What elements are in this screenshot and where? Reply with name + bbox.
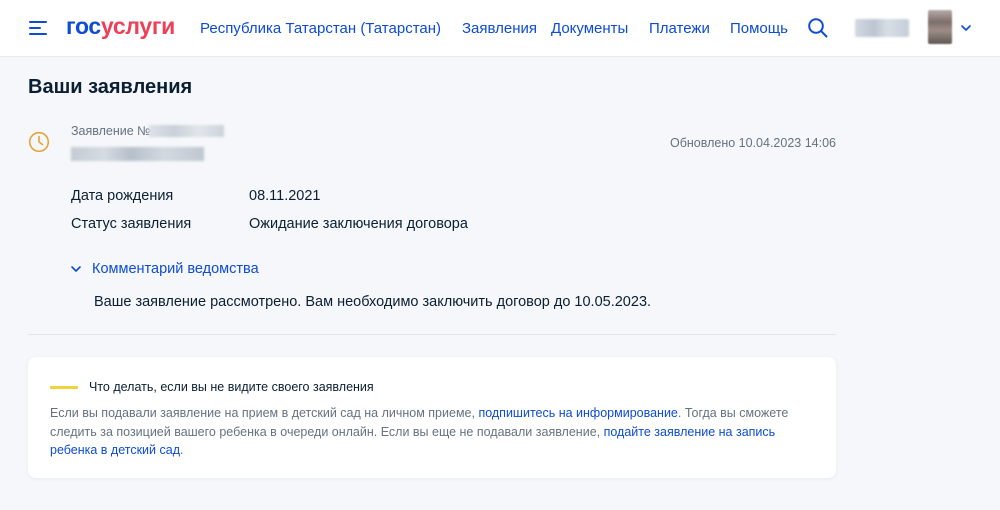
chevron-down-icon[interactable] bbox=[960, 22, 972, 34]
page-title: Ваши заявления bbox=[28, 76, 193, 98]
chevron-down-icon bbox=[71, 266, 81, 272]
application-number-label: Заявление № bbox=[71, 124, 151, 138]
clock-icon bbox=[28, 131, 50, 153]
comment-toggle[interactable]: Комментарий ведомства bbox=[69, 259, 259, 279]
user-name[interactable] bbox=[855, 19, 909, 37]
comment-toggle-label: Комментарий ведомства bbox=[92, 261, 259, 277]
divider bbox=[28, 334, 836, 335]
status-label: Статус заявления bbox=[71, 216, 192, 232]
avatar[interactable] bbox=[928, 10, 952, 44]
birth-date-label: Дата рождения bbox=[71, 188, 174, 204]
application-name bbox=[71, 147, 204, 161]
nav-documents[interactable]: Документы bbox=[551, 20, 628, 37]
updated-timestamp: Обновлено 10.04.2023 14:06 bbox=[670, 136, 836, 150]
subscribe-link[interactable]: подпишитесь на информирование bbox=[478, 406, 677, 420]
birth-date-value: 08.11.2021 bbox=[249, 188, 321, 204]
nav-applications[interactable]: Заявления bbox=[462, 20, 537, 37]
info-text: Если вы подавали заявление на прием в де… bbox=[50, 406, 789, 457]
region-selector[interactable]: Республика Татарстан (Татарстан) bbox=[200, 20, 441, 37]
application-number bbox=[149, 125, 224, 137]
gosuslugi-logo[interactable]: госуслуги bbox=[66, 13, 175, 40]
info-accent-bar bbox=[50, 386, 78, 389]
search-icon[interactable] bbox=[806, 16, 830, 40]
top-header: госуслуги Республика Татарстан (Татарста… bbox=[0, 0, 1000, 57]
comment-text: Ваше заявление рассмотрено. Вам необходи… bbox=[94, 294, 652, 310]
status-value: Ожидание заключения договора bbox=[249, 216, 468, 232]
nav-payments[interactable]: Платежи bbox=[649, 20, 710, 37]
menu-icon[interactable] bbox=[29, 19, 49, 37]
info-title: Что делать, если вы не видите своего зая… bbox=[89, 380, 374, 394]
nav-help[interactable]: Помощь bbox=[730, 20, 788, 37]
